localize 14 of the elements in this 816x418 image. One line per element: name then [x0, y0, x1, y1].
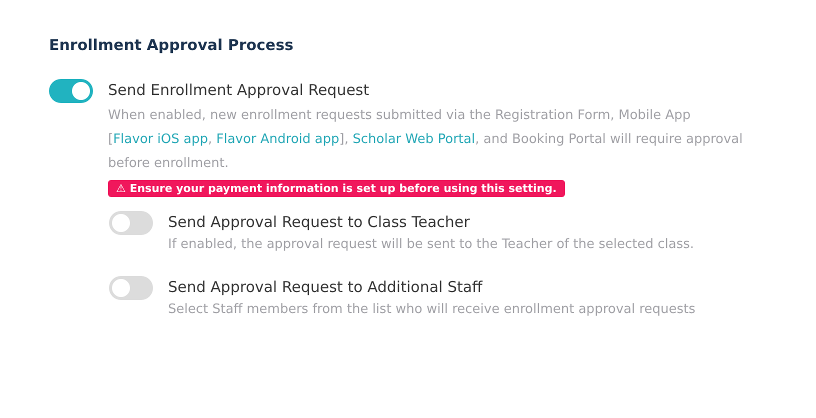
- section-heading: Enrollment Approval Process: [49, 36, 294, 54]
- portal-link[interactable]: Flavor Android app: [216, 132, 340, 147]
- setting-title: Send Approval Request to Additional Staff: [168, 278, 482, 296]
- setting-description: If enabled, the approval request will be sent to the Teacher of the selected class.: [168, 236, 695, 254]
- toggle-switch[interactable]: [49, 79, 93, 103]
- portal-link[interactable]: Flavor iOS app: [113, 132, 208, 147]
- warning-badge: ⚠ Ensure your payment information is set up before using this setting.: [108, 180, 565, 197]
- toggle-switch[interactable]: [109, 211, 153, 235]
- setting-title: Send Enrollment Approval Request: [108, 81, 370, 99]
- portal-link[interactable]: Scholar Web Portal: [352, 132, 476, 147]
- setting-description: When enabled, new enrollment requests submitted via the Registration Form, Mobile App [Flavor iOS app, Flavor Android app], Scholar Web Portal, and Booking Portal will require approval before enrollment.: [108, 107, 744, 173]
- toggle-switch[interactable]: [109, 276, 153, 300]
- setting-title: Send Approval Request to Class Teacher: [168, 213, 470, 231]
- setting-description: Select Staff members from the list who will receive enrollment approval requests: [168, 301, 696, 319]
